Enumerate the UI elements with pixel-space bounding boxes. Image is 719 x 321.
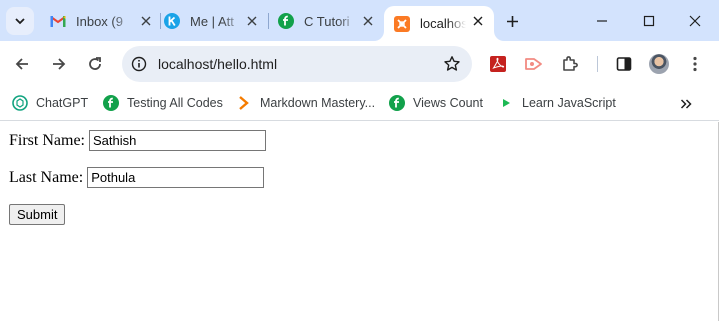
f-leaf-icon (103, 95, 119, 111)
arrow-right-icon (53, 58, 66, 70)
more-bookmarks-button[interactable] (676, 94, 696, 114)
tab-me-att[interactable]: Me | Att (154, 6, 268, 36)
forward-button[interactable] (45, 50, 73, 78)
first-name-label: First Name: (9, 131, 85, 149)
close-icon[interactable] (360, 13, 376, 29)
bookmark-label: Testing All Codes (127, 96, 223, 110)
url-text[interactable]: localhost/hello.html (158, 56, 277, 72)
tab-localhost[interactable]: localhos (384, 6, 494, 41)
bookmark-label: Markdown Mastery... (260, 96, 376, 110)
close-icon[interactable] (138, 13, 154, 29)
f-leaf-icon (278, 13, 294, 29)
plus-icon (506, 15, 518, 27)
bookmark-learn-javascript[interactable]: Learn JavaScript (498, 93, 616, 113)
bookmark-label: Views Count (413, 96, 483, 110)
back-button[interactable] (8, 50, 36, 78)
screen-recorder-extension-icon[interactable] (523, 53, 545, 75)
submit-button[interactable]: Submit (9, 204, 66, 225)
tab-strip: Inbox (9 Me | Att C Tutori localhos (0, 0, 719, 41)
chatgpt-icon (12, 95, 28, 111)
tab-c-tutorial[interactable]: C Tutori (268, 6, 384, 36)
gmail-icon (50, 13, 66, 29)
page-content: First Name: Last Name: Submit (0, 122, 719, 321)
xampp-icon (394, 15, 410, 32)
minimize-icon (597, 19, 607, 22)
k-letter-icon (164, 13, 180, 29)
new-tab-button[interactable] (500, 9, 524, 33)
bookmark-chatgpt[interactable]: ChatGPT (12, 93, 88, 113)
tab-title: Inbox (9 (76, 13, 123, 29)
bookmark-label: Learn JavaScript (522, 96, 616, 110)
reload-icon (89, 57, 101, 70)
bookmark-markdown-mastery[interactable]: Markdown Mastery... (236, 93, 375, 113)
play-icon (498, 95, 514, 111)
bookmark-testing-all-codes[interactable]: Testing All Codes (103, 93, 223, 113)
chevron-icon (236, 95, 252, 111)
first-name-row: First Name: (9, 130, 266, 151)
chevron-down-icon (15, 18, 25, 25)
arrow-left-icon (15, 58, 28, 70)
side-panel-icon[interactable] (613, 53, 635, 75)
tab-title: localhos (420, 16, 466, 31)
first-name-input[interactable] (89, 130, 266, 151)
bookmark-star-icon[interactable] (442, 54, 462, 74)
profile-avatar[interactable] (649, 54, 669, 74)
close-icon (689, 15, 701, 26)
close-window-button[interactable] (672, 0, 718, 41)
tab-title: C Tutori (304, 13, 350, 29)
double-chevron-right-icon (680, 99, 692, 109)
f-leaf-icon (389, 95, 405, 111)
last-name-row: Last Name: (9, 167, 265, 188)
tab-title: Me | Att (190, 13, 234, 29)
bookmark-label: ChatGPT (36, 96, 89, 110)
bookmarks-bar: ChatGPT Testing All Codes Markdown Maste… (0, 87, 719, 121)
close-icon[interactable] (470, 13, 486, 29)
tab-inbox[interactable]: Inbox (9 (40, 6, 162, 36)
extensions-puzzle-icon[interactable] (559, 53, 581, 75)
maximize-icon (643, 15, 655, 26)
address-bar[interactable]: localhost/hello.html (122, 46, 472, 82)
reload-button[interactable] (81, 50, 109, 78)
bookmark-views-count[interactable]: Views Count (389, 93, 483, 113)
minimize-button[interactable] (579, 0, 625, 41)
toolbar-separator (597, 56, 598, 72)
pdf-extension-icon[interactable] (487, 53, 509, 75)
last-name-input[interactable] (87, 167, 265, 188)
close-icon[interactable] (244, 13, 260, 29)
last-name-label: Last Name: (9, 168, 84, 186)
tab-search-button[interactable] (6, 7, 34, 35)
menu-kebab-icon[interactable] (684, 53, 706, 75)
browser-toolbar: localhost/hello.html (0, 41, 719, 87)
maximize-button[interactable] (626, 0, 672, 41)
site-info-icon[interactable] (130, 55, 148, 73)
